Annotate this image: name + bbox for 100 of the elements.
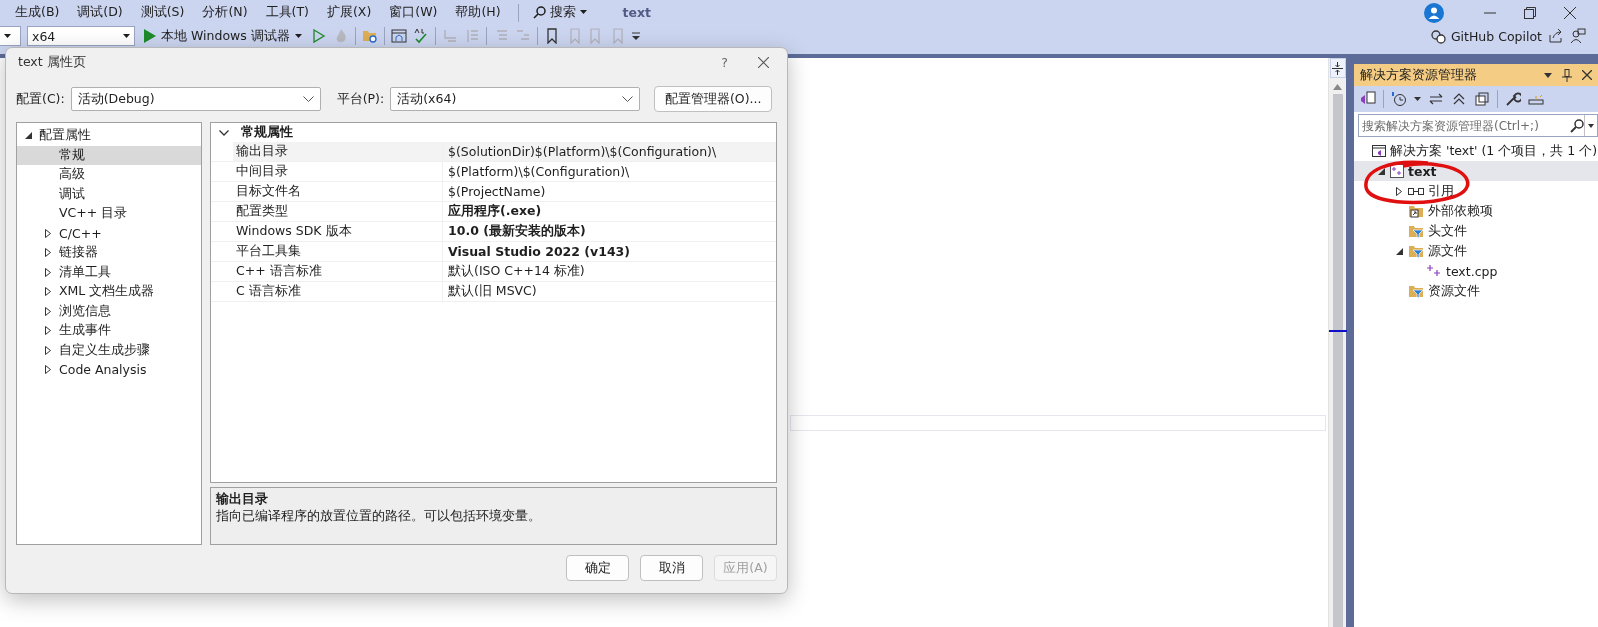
sync-icon[interactable]: [1428, 91, 1444, 107]
tree-item[interactable]: 常规: [17, 145, 201, 165]
tree-item[interactable]: 调试: [17, 184, 201, 204]
tree-item[interactable]: Code Analysis: [17, 360, 201, 380]
collapsed-icon[interactable]: [45, 326, 51, 336]
dialog-button[interactable]: 确定: [566, 555, 629, 581]
tree-item[interactable]: 自定义生成步骤: [17, 340, 201, 360]
chevron-down-icon: [622, 96, 634, 102]
field-label: 平台(P):: [336, 90, 385, 108]
search-field[interactable]: 搜索解决方案资源管理器(Ctrl+;): [1358, 114, 1598, 137]
caret-icon[interactable]: [1588, 123, 1594, 128]
menu-item[interactable]: 帮助(H): [446, 0, 510, 25]
feedback-icon[interactable]: [1570, 28, 1586, 44]
property-value[interactable]: 10.0 (最新安装的版本): [443, 222, 776, 241]
expanded-icon[interactable]: [1377, 167, 1385, 175]
account-icon[interactable]: [1424, 2, 1444, 23]
dialog-button[interactable]: 取消: [640, 555, 703, 581]
overflow-icon[interactable]: [631, 32, 640, 40]
dropdown[interactable]: [0, 26, 21, 46]
property-name[interactable]: 配置类型: [233, 202, 443, 221]
menu-item[interactable]: 分析(N): [193, 0, 257, 25]
property-name[interactable]: C++ 语言标准: [233, 262, 443, 281]
property-name[interactable]: 输出目录: [233, 142, 443, 161]
menu-item[interactable]: 调试(D): [68, 0, 132, 25]
share-icon[interactable]: [1548, 28, 1564, 44]
close-icon[interactable]: [758, 56, 769, 68]
folder-search-icon[interactable]: [361, 28, 378, 44]
copilot-button[interactable]: GitHub Copilot: [1429, 28, 1542, 44]
collapsed-icon[interactable]: [45, 365, 51, 375]
tree-item[interactable]: 资源文件: [1354, 281, 1598, 301]
close-icon[interactable]: [1564, 6, 1576, 19]
tree-item[interactable]: 外部依赖项: [1354, 201, 1598, 221]
property-value[interactable]: $(Platform)\$(Configuration)\: [443, 162, 776, 181]
configuration-dropdown[interactable]: 活动(Debug): [70, 87, 321, 111]
property-name[interactable]: 平台工具集: [233, 242, 443, 261]
collapsed-icon[interactable]: [45, 248, 51, 258]
play-outline-icon[interactable]: [310, 28, 327, 44]
references-icon: [1408, 187, 1424, 195]
tree-item[interactable]: 源文件: [1354, 241, 1598, 261]
property-name[interactable]: 中间目录: [233, 162, 443, 181]
tree-item[interactable]: text.cpp: [1354, 261, 1598, 281]
tree-item[interactable]: 浏览信息: [17, 301, 201, 321]
close-icon[interactable]: [1582, 70, 1592, 80]
collapse-all-icon[interactable]: [1451, 91, 1467, 107]
tree-item[interactable]: 高级: [17, 165, 201, 185]
property-value[interactable]: $(SolutionDir)$(Platform)\$(Configuration)\: [443, 142, 776, 161]
collapsed-icon[interactable]: [45, 267, 51, 277]
chevron-down-icon: [302, 96, 314, 102]
tree-item[interactable]: VC++ 目录: [17, 204, 201, 224]
property-value[interactable]: $(ProjectName): [443, 182, 776, 201]
platform-dropdown[interactable]: 活动(x64): [390, 87, 641, 111]
splitter-button[interactable]: [1329, 58, 1346, 78]
start-debugger-button[interactable]: 本地 Windows 调试器: [141, 27, 305, 45]
history-icon[interactable]: [1391, 91, 1407, 107]
horizontal-scrollbar[interactable]: [790, 415, 1326, 431]
tree-item[interactable]: 引用: [1354, 181, 1598, 201]
tree-item[interactable]: 清单工具: [17, 262, 201, 282]
pin-icon[interactable]: [1562, 68, 1572, 82]
search-menu[interactable]: 搜索: [526, 2, 593, 23]
menu-item[interactable]: 工具(T): [256, 0, 318, 25]
property-value[interactable]: 默认(ISO C++14 标准): [443, 262, 776, 281]
collapsed-icon[interactable]: [45, 306, 51, 316]
tree-item[interactable]: 生成事件: [17, 321, 201, 341]
property-name[interactable]: C 语言标准: [233, 282, 443, 301]
scroll-up-icon[interactable]: [1333, 84, 1342, 90]
collapsed-icon[interactable]: [45, 345, 51, 355]
property-name[interactable]: 目标文件名: [233, 182, 443, 201]
property-name[interactable]: Windows SDK 版本: [233, 222, 443, 241]
section-header[interactable]: 常规属性: [211, 123, 776, 142]
tree-item[interactable]: text: [1354, 161, 1598, 181]
solution-switch-icon[interactable]: [1360, 91, 1376, 107]
collapsed-icon[interactable]: [45, 228, 51, 238]
menu-item[interactable]: 窗口(W): [380, 0, 447, 25]
menu-item[interactable]: 测试(S): [131, 0, 194, 25]
property-value[interactable]: 应用程序(.exe): [443, 202, 776, 221]
restore-icon[interactable]: [1524, 6, 1536, 19]
window-home-icon[interactable]: [390, 28, 407, 44]
configuration-manager-button[interactable]: 配置管理器(O)...: [654, 86, 773, 112]
tree-item[interactable]: XML 文档生成器: [17, 282, 201, 302]
tree-item[interactable]: 配置属性: [17, 126, 201, 146]
platform-dropdown[interactable]: x64: [27, 26, 135, 46]
expanded-icon[interactable]: [1395, 247, 1403, 255]
caret-icon[interactable]: [1414, 96, 1421, 102]
menu-item[interactable]: 扩展(X): [317, 0, 381, 25]
menu-item[interactable]: 生成(B): [6, 0, 69, 25]
spellcheck-icon[interactable]: [412, 28, 429, 44]
property-value[interactable]: 默认(旧 MSVC): [443, 282, 776, 301]
property-value[interactable]: Visual Studio 2022 (v143): [443, 242, 776, 261]
collapsed-icon[interactable]: [1396, 186, 1402, 196]
help-button[interactable]: ?: [721, 54, 728, 70]
tree-item[interactable]: C/C++: [17, 223, 201, 243]
collapsed-icon[interactable]: [45, 287, 51, 297]
caret-icon[interactable]: [1544, 72, 1552, 78]
tree-item[interactable]: 头文件: [1354, 221, 1598, 241]
copy-icon[interactable]: [1474, 91, 1490, 107]
tree-item[interactable]: 链接器: [17, 243, 201, 263]
expanded-icon[interactable]: [24, 132, 32, 140]
cpp-file-icon: [1426, 264, 1442, 278]
tree-item[interactable]: 解决方案 'text' (1 个项目，共 1 个): [1354, 141, 1598, 161]
wrench-icon[interactable]: [1505, 91, 1521, 107]
